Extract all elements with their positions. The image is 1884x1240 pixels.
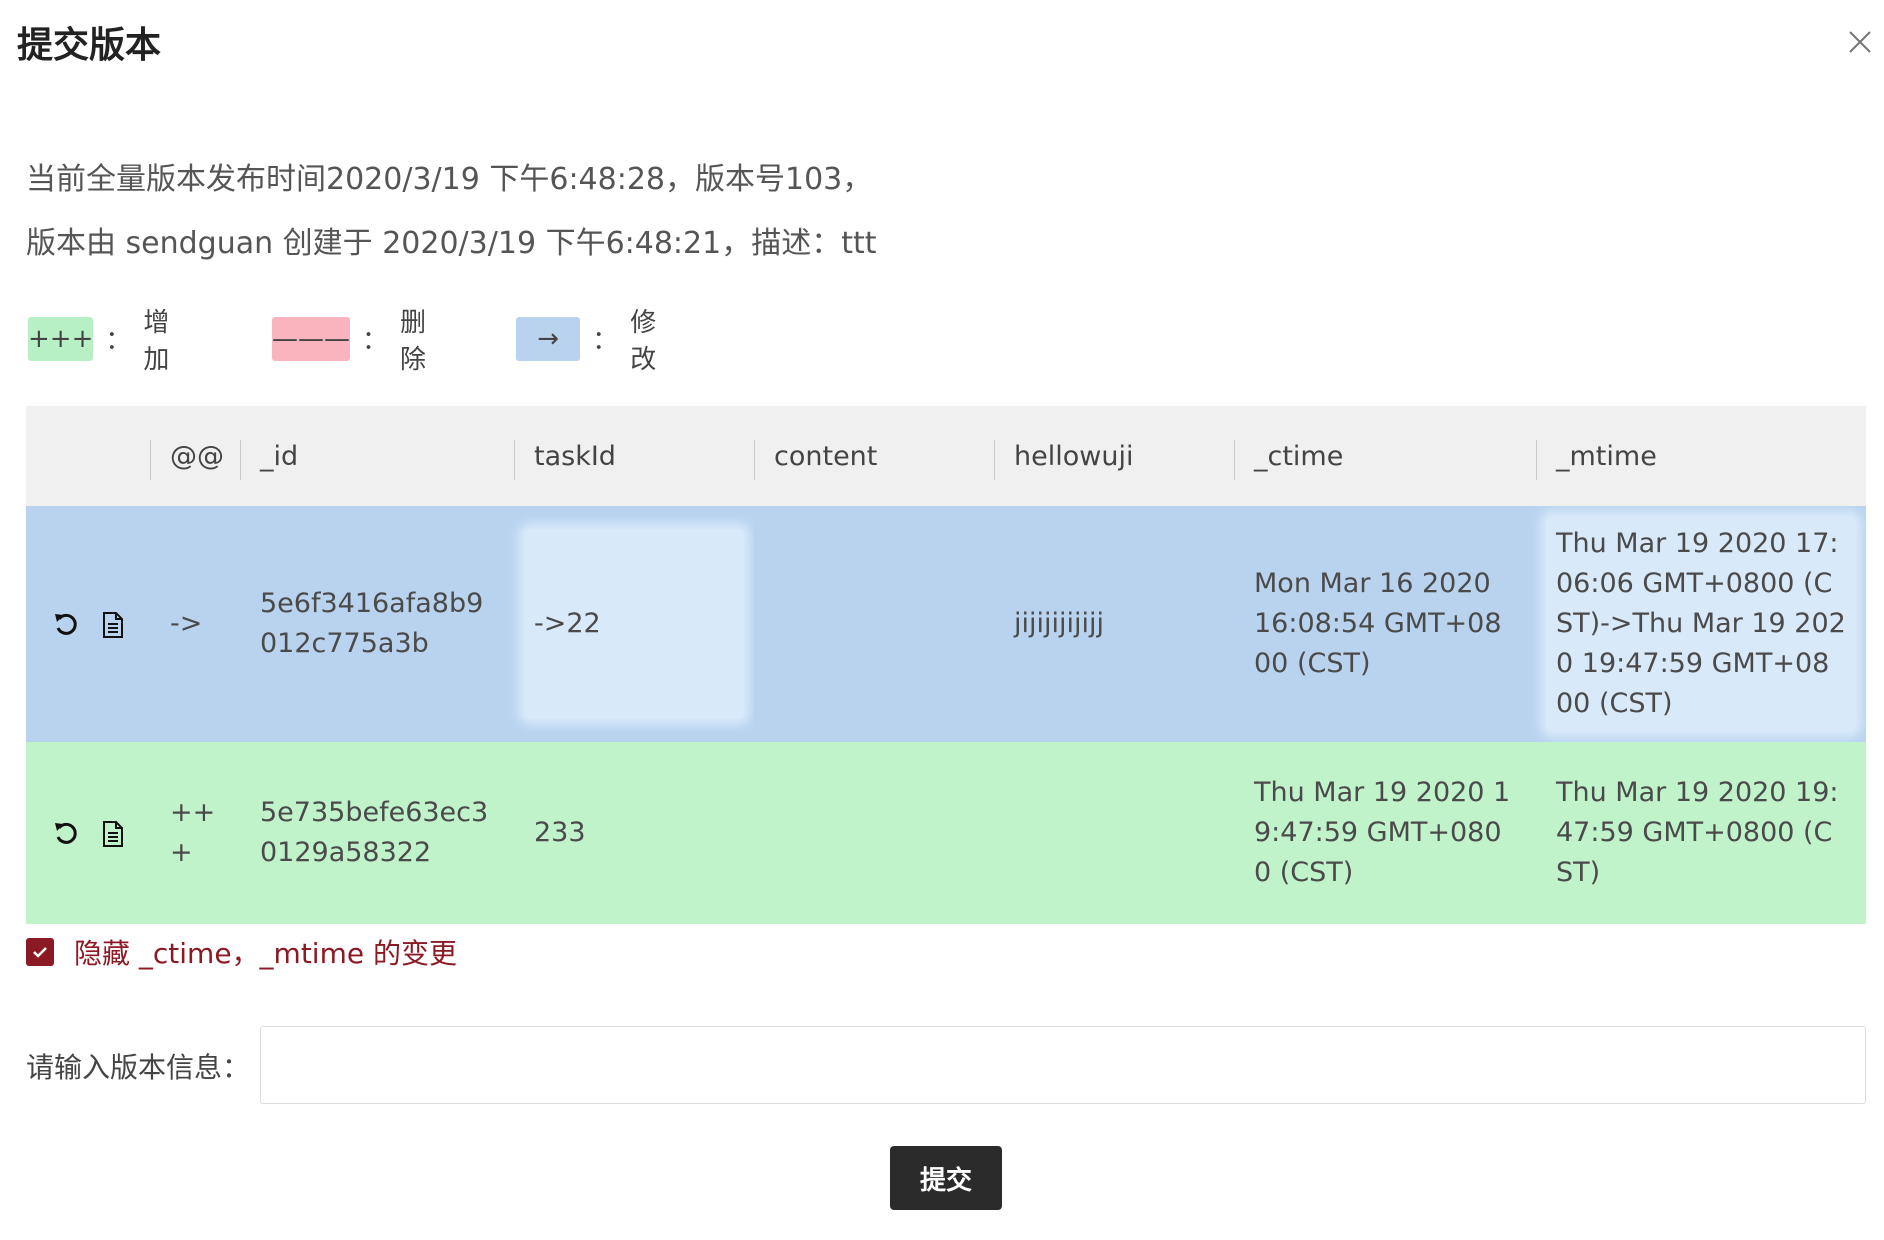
row-hellowuji [994, 742, 1234, 924]
changed-value-box: ->22 [524, 529, 744, 719]
legend-colon: ： [105, 326, 132, 356]
row-op: -> [150, 506, 240, 742]
undo-icon[interactable] [52, 819, 82, 849]
column-header-op: @@ [150, 406, 240, 506]
row-taskid: ->22 [514, 506, 754, 742]
close-button[interactable] [1840, 22, 1880, 62]
legend-add-label: 增加 [143, 307, 170, 375]
dialog-title: 提交版本 [17, 25, 162, 66]
hide-time-changes-option[interactable]: 隐藏 _ctime，_mtime 的变更 [26, 932, 457, 972]
check-icon [33, 947, 47, 958]
legend-modify-label: 修改 [630, 307, 657, 375]
row-actions [26, 742, 150, 924]
submit-button[interactable]: 提交 [890, 1146, 1002, 1210]
row-taskid: 233 [514, 742, 754, 924]
row-op: +++ [150, 742, 240, 924]
row-content [754, 742, 994, 924]
undo-icon[interactable] [52, 610, 82, 640]
column-header-taskid: taskId [514, 406, 754, 506]
legend-delete-label: 删除 [400, 307, 427, 375]
version-info-input[interactable] [260, 1026, 1866, 1104]
legend-add: +++ ： 增加 [28, 308, 184, 375]
column-header-mtime: _mtime [1536, 406, 1866, 506]
table-row: +++ 5e735befe63ec30129a58322 233 Thu Mar… [26, 742, 1866, 924]
legend-colon: ： [592, 326, 619, 356]
row-hellowuji: jijijijijijj [994, 506, 1234, 742]
legend-delete-swatch: ——— [272, 316, 350, 361]
version-info-label: 请输入版本信息： [26, 1051, 251, 1084]
row-mtime: Thu Mar 19 2020 19:47:59 GMT+0800 (CST) [1536, 742, 1866, 924]
legend-colon: ： [362, 326, 389, 356]
diff-table: @@ _id taskId content hellowuji _ctime _… [26, 406, 1866, 924]
close-icon [1849, 31, 1871, 53]
document-icon[interactable] [98, 819, 128, 849]
document-icon[interactable] [98, 610, 128, 640]
column-header-content: content [754, 406, 994, 506]
submit-version-dialog: 提交版本 当前全量版本发布时间2020/3/19 下午6:48:28，版本号10… [0, 0, 1884, 1240]
legend-delete: ——— ： 删除 [272, 308, 428, 375]
column-header-actions [26, 406, 150, 506]
legend-modify: → ： 修改 [516, 308, 672, 375]
hide-time-changes-label: 隐藏 _ctime，_mtime 的变更 [74, 937, 457, 970]
row-ctime: Mon Mar 16 2020 16:08:54 GMT+0800 (CST) [1234, 506, 1536, 742]
row-content [754, 506, 994, 742]
row-id: 5e735befe63ec30129a58322 [240, 742, 514, 924]
column-header-ctime: _ctime [1234, 406, 1536, 506]
version-creator-text: 版本由 sendguan 创建于 2020/3/19 下午6:48:21，描述：… [26, 226, 877, 261]
release-info-text: 当前全量版本发布时间2020/3/19 下午6:48:28，版本号103， [26, 162, 873, 197]
legend-add-swatch: +++ [28, 316, 94, 361]
column-header-id: _id [240, 406, 514, 506]
table-header-row: @@ _id taskId content hellowuji _ctime _… [26, 406, 1866, 506]
legend-modify-swatch: → [516, 316, 581, 361]
row-ctime: Thu Mar 19 2020 19:47:59 GMT+0800 (CST) [1234, 742, 1536, 924]
column-header-hellowuji: hellowuji [994, 406, 1234, 506]
row-id: 5e6f3416afa8b9012c775a3b [240, 506, 514, 742]
row-actions [26, 506, 150, 742]
changed-value-box: Thu Mar 19 2020 17:06:06 GMT+0800 (CST)-… [1546, 516, 1856, 732]
table-row: -> 5e6f3416afa8b9012c775a3b ->22 jijijij… [26, 506, 1866, 742]
row-mtime: Thu Mar 19 2020 17:06:06 GMT+0800 (CST)-… [1536, 506, 1866, 742]
hide-time-changes-checkbox[interactable] [26, 938, 54, 966]
